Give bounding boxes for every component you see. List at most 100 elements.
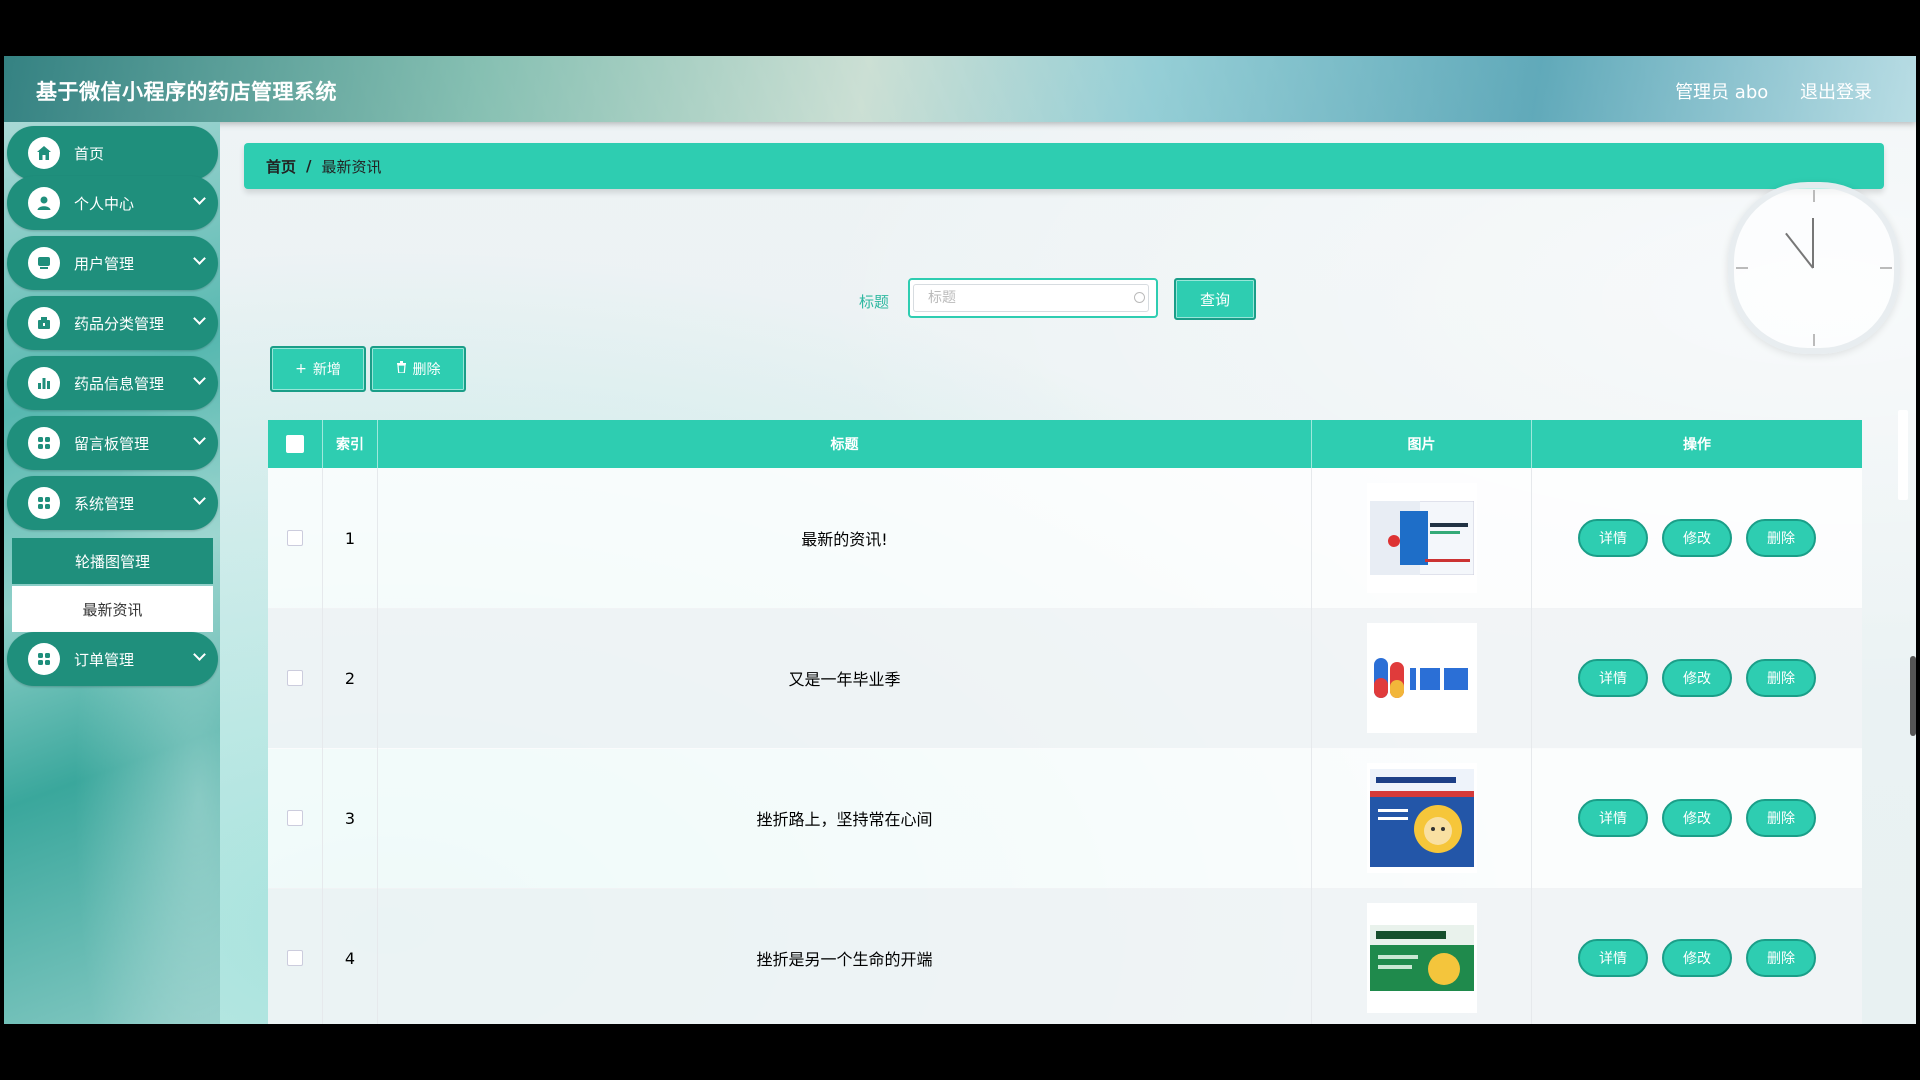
row-image bbox=[1366, 763, 1477, 873]
sidebar-item-label: 药品信息管理 bbox=[74, 374, 165, 393]
chevron-down-icon bbox=[193, 648, 206, 661]
category-icon bbox=[28, 307, 60, 339]
row-image bbox=[1366, 903, 1477, 1013]
header-user-area: 管理员 abo 退出登录 bbox=[1649, 78, 1872, 104]
detail-button[interactable]: 详情 bbox=[1578, 519, 1648, 557]
row-title: 挫折是另一个生命的开端 bbox=[378, 888, 1312, 1024]
search-input[interactable] bbox=[913, 284, 1149, 312]
detail-button[interactable]: 详情 bbox=[1578, 939, 1648, 977]
user-icon bbox=[28, 187, 60, 219]
clock-tick bbox=[1880, 267, 1892, 269]
submenu-item-carousel[interactable]: 轮播图管理 bbox=[12, 538, 213, 584]
chevron-down-icon bbox=[193, 252, 206, 265]
table-header: 索引 标题 图片 操作 bbox=[268, 420, 1862, 468]
sidebar-item-label: 药品分类管理 bbox=[74, 314, 165, 333]
search-icon bbox=[1134, 292, 1145, 303]
sidebar-item-users[interactable]: 用户管理 bbox=[7, 236, 218, 290]
table-row: 2 又是一年毕业季 详情 修改 删除 bbox=[268, 608, 1862, 749]
delete-button[interactable]: 删除 bbox=[1746, 939, 1816, 977]
clock-hand bbox=[1812, 218, 1814, 268]
query-button[interactable]: 查询 bbox=[1174, 278, 1256, 320]
edit-button[interactable]: 修改 bbox=[1662, 799, 1732, 837]
sidebar-item-message-board[interactable]: 留言板管理 bbox=[7, 416, 218, 470]
row-checkbox[interactable] bbox=[287, 530, 303, 546]
sidebar: 首页 个人中心 用户管理 药品分类管理 药品信息管理 留言板管理 系统管理 轮播… bbox=[4, 122, 220, 1024]
sidebar-item-label: 留言板管理 bbox=[74, 434, 150, 453]
breadcrumb: 首页 / 最新资讯 bbox=[244, 143, 1884, 189]
header-title: 标题 bbox=[378, 420, 1312, 468]
submenu-item-news[interactable]: 最新资讯 bbox=[12, 586, 213, 632]
clock-tick bbox=[1736, 267, 1748, 269]
header-index: 索引 bbox=[323, 420, 378, 468]
app-title: 基于微信小程序的药店管理系统 bbox=[36, 80, 337, 104]
chevron-down-icon bbox=[193, 312, 206, 325]
clock-tick bbox=[1813, 190, 1815, 202]
row-index: 4 bbox=[323, 888, 378, 1024]
edit-button[interactable]: 修改 bbox=[1662, 519, 1732, 557]
row-index: 2 bbox=[323, 608, 378, 748]
table-row: 3 挫折路上，坚持常在心间 详情 修改 删除 bbox=[268, 748, 1862, 889]
table-row: 4 挫折是另一个生命的开端 详情 修改 删除 bbox=[268, 888, 1862, 1024]
grid-icon bbox=[28, 487, 60, 519]
sidebar-item-label: 用户管理 bbox=[74, 254, 135, 273]
trash-icon bbox=[396, 361, 407, 377]
row-image bbox=[1366, 483, 1477, 593]
sidebar-item-system[interactable]: 系统管理 bbox=[7, 476, 218, 530]
header-image: 图片 bbox=[1312, 420, 1532, 468]
grid-icon bbox=[28, 427, 60, 459]
breadcrumb-current: 最新资讯 bbox=[321, 157, 382, 176]
chart-icon bbox=[28, 367, 60, 399]
sidebar-item-drug-info[interactable]: 药品信息管理 bbox=[7, 356, 218, 410]
chevron-down-icon bbox=[193, 432, 206, 445]
sidebar-item-label: 首页 bbox=[74, 144, 105, 163]
edit-button[interactable]: 修改 bbox=[1662, 659, 1732, 697]
grid-icon bbox=[28, 643, 60, 675]
sidebar-item-home[interactable]: 首页 bbox=[7, 126, 218, 180]
delete-button-label: 删除 bbox=[412, 362, 441, 378]
chevron-down-icon bbox=[193, 372, 206, 385]
search-label: 标题 bbox=[859, 293, 890, 311]
row-index: 1 bbox=[323, 468, 378, 608]
breadcrumb-home[interactable]: 首页 bbox=[266, 156, 296, 177]
row-checkbox[interactable] bbox=[287, 950, 303, 966]
logout-link[interactable]: 退出登录 bbox=[1800, 82, 1872, 103]
sidebar-item-label: 订单管理 bbox=[74, 650, 135, 669]
row-title: 最新的资讯! bbox=[378, 468, 1312, 608]
sidebar-item-label: 个人中心 bbox=[74, 194, 135, 213]
page-scrollbar[interactable] bbox=[1910, 656, 1916, 736]
side-scroll-handle[interactable] bbox=[1898, 410, 1908, 500]
sidebar-item-label: 系统管理 bbox=[74, 494, 135, 513]
select-all-checkbox[interactable] bbox=[286, 435, 304, 453]
header-actions: 操作 bbox=[1683, 437, 1711, 453]
chevron-down-icon bbox=[193, 492, 206, 505]
row-image bbox=[1366, 623, 1477, 733]
current-user: 管理员 abo bbox=[1675, 82, 1769, 103]
row-title: 又是一年毕业季 bbox=[378, 608, 1312, 748]
sidebar-item-orders[interactable]: 订单管理 bbox=[7, 632, 218, 686]
delete-button[interactable]: 删除 bbox=[1746, 799, 1816, 837]
batch-delete-button[interactable]: 删除 bbox=[370, 346, 466, 392]
row-checkbox[interactable] bbox=[287, 670, 303, 686]
sidebar-item-drug-category[interactable]: 药品分类管理 bbox=[7, 296, 218, 350]
app-window: 基于微信小程序的药店管理系统 管理员 abo 退出登录 首页 个人中心 用户管理 bbox=[4, 56, 1916, 1024]
delete-button[interactable]: 删除 bbox=[1746, 659, 1816, 697]
edit-button[interactable]: 修改 bbox=[1662, 939, 1732, 977]
clock-tick bbox=[1813, 334, 1815, 346]
header-bar: 基于微信小程序的药店管理系统 管理员 abo 退出登录 bbox=[4, 56, 1916, 122]
header-select-all[interactable] bbox=[268, 420, 323, 468]
row-checkbox[interactable] bbox=[287, 810, 303, 826]
add-button[interactable]: + 新增 bbox=[270, 346, 366, 392]
search-box bbox=[908, 278, 1158, 318]
row-index: 3 bbox=[323, 748, 378, 888]
home-icon bbox=[28, 137, 60, 169]
clock-decoration bbox=[1728, 182, 1900, 354]
sidebar-item-profile[interactable]: 个人中心 bbox=[7, 176, 218, 230]
add-button-label: 新增 bbox=[312, 362, 341, 378]
plus-icon: + bbox=[295, 361, 307, 377]
detail-button[interactable]: 详情 bbox=[1578, 659, 1648, 697]
detail-button[interactable]: 详情 bbox=[1578, 799, 1648, 837]
table-row: 1 最新的资讯! 详情 修改 删除 bbox=[268, 468, 1862, 609]
delete-button[interactable]: 删除 bbox=[1746, 519, 1816, 557]
clock-hand bbox=[1785, 232, 1814, 269]
chevron-down-icon bbox=[193, 192, 206, 205]
